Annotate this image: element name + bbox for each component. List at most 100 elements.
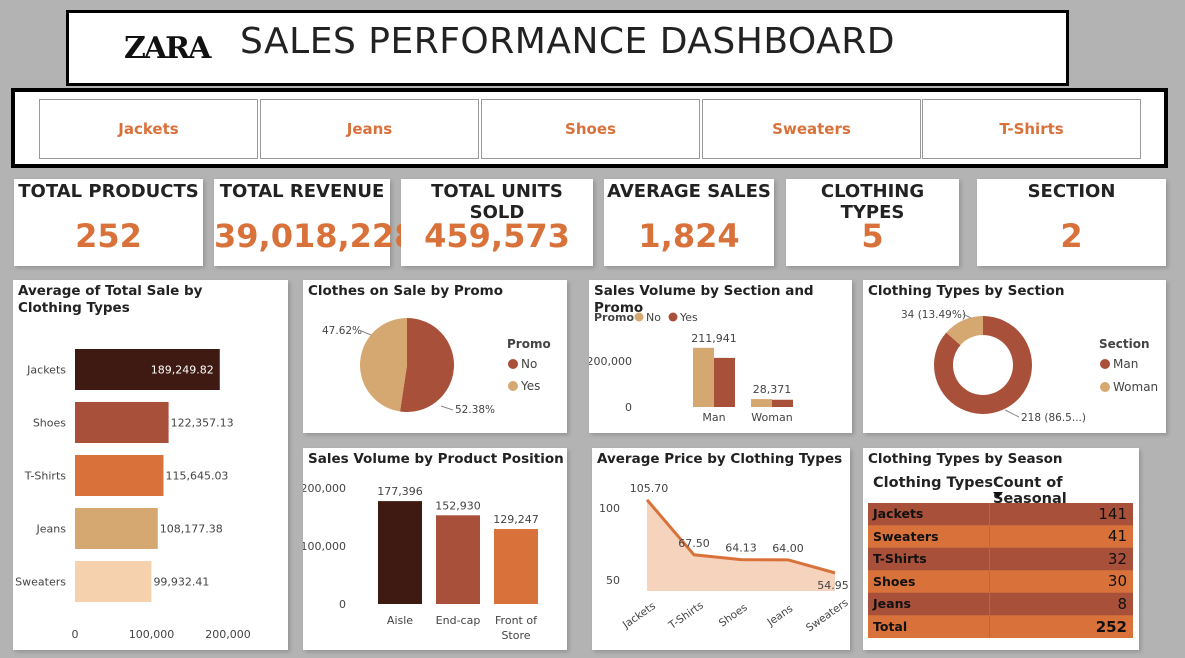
bar (714, 357, 735, 407)
x-tick-label: 100,000 (129, 628, 175, 641)
kpi-card-average-sales: AVERAGE SALES 1,824 (604, 179, 774, 266)
category-label: Aisle (387, 614, 413, 627)
clothes-on-sale-panel: Clothes on Sale by Promo 47.62% 52.38% Pro… (303, 280, 567, 433)
sales-volume-position-chart: 0 100,000 200,000 177,396 152,930 129,247 Aisl… (303, 482, 539, 642)
data-label: 129,247 (493, 513, 539, 526)
y-tick-label: 200,000 (303, 482, 346, 495)
pie-slice (360, 318, 407, 412)
y-tick-label: 200,000 (589, 355, 632, 368)
season-table: Jackets 141 Sweaters 41 T-Shirts 32 Shoe… (868, 503, 1133, 638)
bar (75, 402, 169, 443)
kpi-value: 1,824 (638, 217, 740, 255)
clothing-types-section-panel: Clothing Types by Section 34 (13.49%) 218… (863, 280, 1166, 433)
table-cell-type: Shoes (868, 570, 990, 592)
table-total-label: Total (868, 615, 990, 638)
bar (378, 501, 422, 604)
bar (693, 347, 714, 407)
x-tick-label: 200,000 (205, 628, 251, 641)
bar (494, 529, 538, 604)
table-cell-count: 8 (1117, 594, 1127, 613)
data-label: 108,177.38 (160, 523, 223, 536)
category-label: Jeans (764, 603, 795, 630)
chart-title: Clothing Types by Season (868, 451, 1063, 467)
legend-marker (1100, 382, 1110, 392)
data-label: 115,645.03 (165, 470, 228, 483)
category-label: Jackets (620, 600, 658, 632)
bar (436, 515, 480, 604)
slicer-button-tshirts[interactable]: T-Shirts (922, 99, 1141, 159)
data-label: 34 (13.49%) (901, 309, 966, 321)
sales-volume-section-chart: Promo No Yes 200,000 0 211,941 Man 28,371 Woman (589, 311, 793, 424)
kpi-value: 2 (1060, 217, 1083, 255)
table-total-row: Total 252 (868, 615, 1133, 638)
legend-title: Section (1099, 337, 1150, 351)
kpi-card-total-products: TOTAL PRODUCTS 252 (14, 179, 203, 266)
slicer-button-sweaters[interactable]: Sweaters (702, 99, 921, 159)
category-label: Store (501, 629, 530, 642)
category-label: Man (702, 411, 725, 424)
legend-marker (508, 381, 518, 391)
legend-label: Yes (679, 311, 698, 324)
kpi-label: TOTAL REVENUE (219, 181, 385, 202)
table-row: Jeans 8 (868, 593, 1133, 616)
kpi-card-total-revenue: TOTAL REVENUE 39,018,228 (214, 179, 416, 266)
category-label: Sweaters (804, 597, 850, 635)
sort-desc-icon[interactable] (993, 492, 1003, 498)
legend-label: No (521, 357, 537, 371)
legend-label: No (646, 311, 661, 324)
bar (772, 399, 793, 407)
category-label: T-Shirts (24, 470, 67, 483)
data-label: 189,249.82 (151, 364, 214, 377)
category-label: Woman (751, 411, 792, 424)
bar (75, 455, 164, 496)
data-label: 152,930 (435, 499, 481, 512)
sales-volume-position-panel: Sales Volume by Product Position 0 100,00… (303, 448, 567, 650)
table-cell-type: Jackets (868, 503, 990, 525)
x-tick-label: 0 (72, 628, 79, 641)
slicer-button-shoes[interactable]: Shoes (481, 99, 700, 159)
data-label: 211,941 (691, 332, 737, 345)
kpi-label: AVERAGE SALES (607, 181, 771, 202)
clothing-type-slicer: Jackets Jeans Shoes Sweaters T-Shirts (11, 88, 1168, 168)
table-cell-type: T-Shirts (868, 548, 990, 570)
kpi-card-total-units-sold: TOTAL UNITS SOLD 459,573 (401, 179, 593, 266)
slicer-button-jeans[interactable]: Jeans (260, 99, 479, 159)
table-cell-type: Sweaters (868, 525, 990, 547)
avg-total-sale-panel: Average of Total Sale by Clothing Types … (13, 280, 288, 650)
slicer-button-jackets[interactable]: Jackets (39, 99, 258, 159)
category-label: Jeans (36, 523, 67, 536)
data-label: 64.00 (772, 542, 804, 555)
kpi-value: 5 (861, 217, 884, 255)
kpi-label: SECTION (1027, 181, 1116, 202)
legend-marker (1100, 359, 1110, 369)
table-header-clothing-types[interactable]: Clothing Types (873, 475, 993, 491)
y-tick-label: 0 (625, 401, 632, 414)
legend-title: Promo (507, 337, 551, 351)
legend-marker (668, 312, 678, 322)
table-row: Shoes 30 (868, 570, 1133, 593)
legend-label: Yes (520, 379, 540, 393)
pie-slice (399, 318, 454, 412)
sales-volume-section-panel: Sales Volume by Section and Promo Promo N… (589, 280, 852, 433)
table-cell-type: Jeans (868, 593, 990, 615)
data-label: 105.70 (630, 482, 669, 495)
y-tick-label: 0 (339, 598, 346, 611)
table-cell-count: 30 (1107, 572, 1127, 591)
category-label: Shoes (33, 417, 66, 430)
data-label: 47.62% (322, 325, 362, 337)
page-title: SALES PERFORMANCE DASHBOARD (240, 21, 895, 62)
leader-line (1004, 409, 1020, 418)
title-banner: ZARA SALES PERFORMANCE DASHBOARD (66, 10, 1069, 86)
kpi-value: 459,573 (424, 217, 570, 255)
table-total-value: 252 (1095, 617, 1127, 636)
legend-title: Promo (594, 311, 635, 324)
avg-total-sale-chart: Jackets 189,249.82 Shoes 122,357.13 T-Shirts… (15, 349, 251, 641)
legend-label: Man (1113, 357, 1138, 371)
table-cell-count: 32 (1107, 549, 1127, 568)
bar (75, 561, 152, 602)
category-label: Front of (495, 614, 538, 627)
legend-label: Woman (1113, 380, 1158, 394)
y-tick-label: 100 (599, 502, 620, 515)
category-label: Jackets (26, 364, 66, 377)
table-row: T-Shirts 32 (868, 548, 1133, 571)
